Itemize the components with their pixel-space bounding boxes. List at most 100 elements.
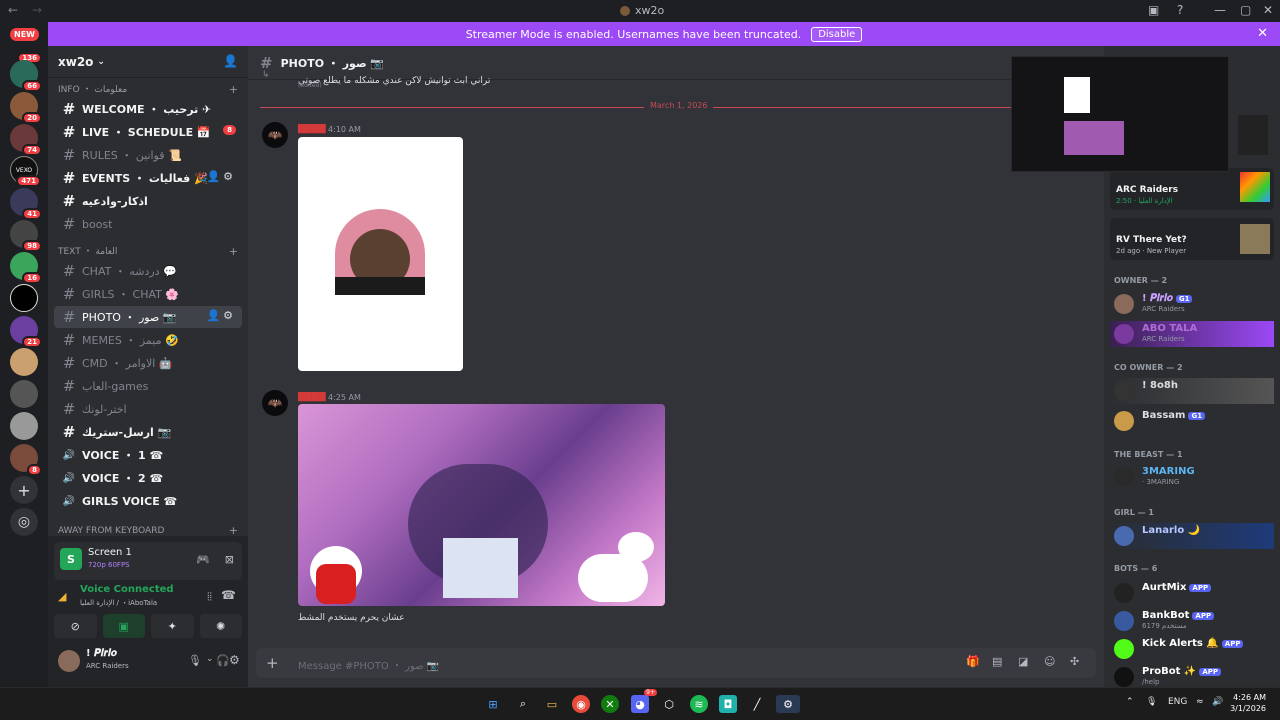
clock[interactable]: 4:26 AM 3/1/2026 (1230, 692, 1266, 714)
headphones-icon[interactable]: 🎧 (216, 654, 230, 667)
screen-share-card[interactable]: S Screen 1 720p 60FPS 🎮 ⊠ (54, 542, 242, 580)
file-explorer-icon[interactable]: ▭ (543, 695, 561, 713)
language-indicator[interactable]: ENG (1168, 697, 1187, 707)
author-avatar[interactable]: 🦇 (262, 122, 288, 148)
add-channel-icon[interactable]: + (229, 244, 238, 260)
channel-item[interactable]: # ارسل-ستريك 📷 (54, 421, 242, 443)
add-server-icon[interactable]: + (10, 476, 38, 504)
minimize-icon[interactable]: — (1214, 3, 1226, 17)
message-input-placeholder[interactable]: Message #PHOTO ・ صور 📷 (298, 657, 439, 672)
member-item[interactable]: AurtMix APP (1110, 580, 1274, 606)
guild-header[interactable]: xw2o ⌄ 👤 (48, 46, 248, 78)
channel-item[interactable]: # CMD ・ الاوامر 🤖 (54, 352, 242, 374)
server-icon-3[interactable]: 20 (10, 92, 42, 124)
server-icon-13[interactable] (10, 412, 38, 440)
stop-stream-icon[interactable]: ⊠ (225, 553, 234, 566)
volume-icon[interactable]: 🔊 (1212, 697, 1223, 707)
member-item[interactable]: 3MARING · 3MARING (1110, 464, 1274, 490)
message-composer[interactable]: + Message #PHOTO ・ صور 📷 🎁 ▤ ◪ ☺ ✣ (256, 648, 1096, 678)
sticker-icon[interactable]: ◪ (1018, 655, 1028, 668)
start-icon[interactable]: ⊞ (484, 695, 502, 713)
search-icon[interactable]: ⌕ (514, 695, 532, 713)
explore-icon[interactable]: ◎ (10, 508, 38, 536)
channel-item[interactable]: # اختر-لونك (54, 398, 242, 420)
screen-share-button[interactable]: ▣ (102, 614, 145, 638)
app-icon[interactable]: ◘ (719, 695, 737, 713)
channel-item[interactable]: # MEMES ・ ميمز 🤣 (54, 329, 242, 351)
disconnect-icon[interactable]: ☎ (221, 588, 236, 602)
apps-icon[interactable]: ✣ (1070, 655, 1079, 668)
noise-suppression-icon[interactable]: ⦙⦙ (207, 590, 212, 604)
spotify-icon[interactable]: ≋ (690, 695, 708, 713)
add-attachment-icon[interactable]: + (266, 654, 279, 672)
app-icon[interactable]: ⬡ (660, 695, 678, 713)
channel-item[interactable]: # CHAT ・ دردشه 💬 (54, 260, 242, 282)
discord-icon[interactable]: ◕ 9+ (631, 689, 657, 713)
channel-settings-icon[interactable]: 👤⚙ (206, 170, 236, 183)
channel-item[interactable]: # اذكار-وادعيه (54, 190, 242, 212)
channel-item[interactable]: 🔊 GIRLS VOICE ☎ (54, 490, 242, 512)
inbox-icon[interactable]: ▣ (1148, 3, 1159, 17)
category-info[interactable]: INFO ・ معلومات + (48, 82, 248, 98)
activity-card[interactable]: ARC Raiders 2:50 · الإدارة العليا (1110, 168, 1274, 210)
gift-icon[interactable]: 🎁 (966, 655, 980, 668)
server-icon-vexo[interactable]: VEXO 471 (10, 156, 41, 187)
server-icon-7[interactable]: 98 (10, 220, 42, 252)
server-icon-8[interactable]: 16 (10, 252, 42, 284)
xbox-icon[interactable]: ✕ (601, 695, 619, 713)
mic-tray-icon[interactable]: 🎙 (1146, 697, 1157, 707)
channel-settings-icon[interactable]: 👤⚙ (206, 309, 236, 322)
close-banner-icon[interactable]: ✕ (1257, 26, 1268, 41)
member-item[interactable]: ! 𝑷𝒊𝒓𝒍𝒐 G1 ARC Raiders (1110, 291, 1274, 317)
back-arrow-icon[interactable]: ← (8, 3, 18, 17)
server-icon-2[interactable]: 66 (10, 60, 42, 92)
channel-item[interactable]: # LIVE ・ SCHEDULE 📅 8 (54, 121, 242, 143)
channel-item[interactable]: # RULES ・ قوانين 📜 (54, 144, 242, 166)
category-text[interactable]: TEXT ・ العامة + (48, 244, 248, 260)
tray-chevron-icon[interactable]: ⌃ (1126, 697, 1134, 707)
camera-off-button[interactable]: ⊘ (54, 614, 97, 638)
member-item[interactable]: ABO TALA ARC Raiders (1110, 321, 1274, 347)
app-icon[interactable]: ╱ (748, 695, 766, 713)
server-icon-10[interactable]: 21 (10, 316, 42, 348)
disable-button[interactable]: Disable (811, 26, 863, 42)
server-icon-4[interactable]: 74 (10, 124, 42, 156)
voice-connected-label[interactable]: Voice Connected (80, 584, 174, 595)
channel-item[interactable]: # WELCOME ・ ترحيب ✈ (54, 98, 242, 120)
photo-attachment[interactable] (298, 137, 463, 371)
author-avatar[interactable]: 🦇 (262, 390, 288, 416)
chrome-icon[interactable]: ◉ (572, 695, 590, 713)
gif-icon[interactable]: ▤ (992, 655, 1002, 668)
maximize-icon[interactable]: ▢ (1240, 3, 1251, 17)
forward-arrow-icon[interactable]: → (32, 3, 42, 17)
wifi-icon[interactable]: ≈ (1196, 697, 1204, 707)
member-item[interactable]: BankBot APP 6179 مستخدم (1110, 608, 1274, 634)
channel-item[interactable]: # GIRLS ・ CHAT 🌸 (54, 283, 242, 305)
chevron-down-icon[interactable]: ⌄ (206, 654, 214, 664)
photo-attachment[interactable] (298, 404, 665, 606)
member-item[interactable]: ! 8o8h (1110, 378, 1274, 404)
signal-icon[interactable]: ◢ (58, 590, 66, 603)
member-item[interactable]: Lanarlo 🌙 (1110, 523, 1274, 549)
server-icon-14[interactable]: 8 (10, 444, 42, 476)
channel-item[interactable]: # EVENTS ・ فعاليات 🎉 👤⚙ (54, 167, 242, 189)
steam-icon[interactable]: ⚙ (776, 695, 800, 713)
channel-item[interactable]: # العاب-games (54, 375, 242, 397)
server-icon-12[interactable] (10, 380, 38, 408)
channel-item[interactable]: 🔊 VOICE ・ 2 ☎ (54, 467, 242, 489)
close-window-icon[interactable]: ✕ (1263, 3, 1273, 17)
member-item[interactable]: Kick Alerts 🔔 APP (1110, 636, 1274, 662)
channel-item[interactable]: 🔊 VOICE ・ 1 ☎ (54, 444, 242, 466)
author-name[interactable]: ▇▇▇▇ (298, 392, 326, 402)
server-icon-6[interactable]: 41 (10, 188, 42, 220)
gamepad-icon[interactable]: 🎮 (196, 553, 210, 566)
soundboard-button[interactable]: ✺ (199, 614, 242, 638)
voice-channel-label[interactable]: الإدارة العليا / ・iAboTala (80, 598, 157, 608)
activity-card[interactable]: RV There Yet? 2d ago · New Player (1110, 218, 1274, 260)
invite-icon[interactable]: 👤 (223, 54, 238, 68)
emoji-icon[interactable]: ☺ (1044, 655, 1055, 668)
user-avatar[interactable] (58, 650, 80, 672)
channel-item[interactable]: # PHOTO ・ صور 📷 👤⚙ (54, 306, 242, 328)
stream-preview[interactable] (1011, 56, 1268, 172)
activities-button[interactable]: ✦ (151, 614, 194, 638)
